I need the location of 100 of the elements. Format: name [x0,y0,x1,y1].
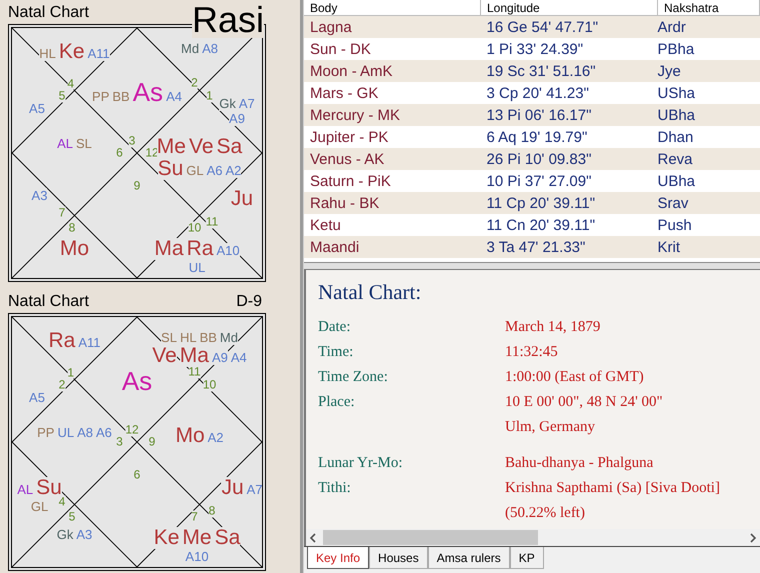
sign-number: 6 [134,468,140,481]
sign-number: 11 [206,215,218,228]
table-cell: UBha [658,170,760,192]
sign-number: 7 [191,510,198,524]
arudha-label: A10 [216,243,240,258]
field-value: 1:00:00 (East of GMT) [505,368,644,387]
field-value: Bahu-dhanya - Phalguna [505,454,654,473]
table-cell: Ardr [658,16,760,38]
lagna-point-label: BB [112,89,130,104]
sign-number: 8 [208,504,216,518]
table-cell: Venus - AK [304,148,480,170]
arudha-label: A10 [185,549,209,564]
table-cell: Ketu [304,214,480,236]
sign-number: 7 [58,206,66,220]
column-header[interactable]: Longitude [480,0,658,16]
arudha-label: A4 [166,89,182,104]
table-cell: Lagna [304,16,480,38]
sign-number: 12 [125,423,139,436]
field-label: Place: [318,393,356,412]
table-cell: Saturn - PiK [304,170,480,192]
table-cell: Mercury - MK [304,104,480,126]
arudha-label: A3 [32,188,48,203]
arudha-label: A2 [208,430,224,444]
field-value: (50.22% left) [505,504,585,523]
tab[interactable]: Houses [369,547,428,569]
info-title: Natal Chart: [318,280,422,305]
lagna-point-label: GL [186,162,204,178]
arudha-label: AL [17,482,34,497]
lagna-point-label: SL [76,136,92,150]
chart-name: D-9 [236,293,262,311]
scrollbar-thumb[interactable] [323,530,538,545]
lagna-point-label: GL [30,499,48,514]
arudha-label: A8 [202,40,218,56]
planet-label: Ma [154,238,184,260]
upagraha-label: Gk [56,527,74,542]
planet-label: Me [156,136,186,158]
tab[interactable]: Amsa rulers [428,547,510,569]
chart-title: Natal Chart [8,293,89,311]
column-header[interactable]: Nakshatra [658,0,760,16]
field-label: Lunar Yr-Mo: [318,454,404,473]
table-cell: Rahu - BK [304,192,480,214]
arudha-label: A7 [246,482,262,497]
arudha-label: A8 [77,424,93,440]
table-cell: UBha [658,104,760,126]
lagna-point-label: SL [161,330,177,344]
tab[interactable]: Key Info [307,547,370,569]
table-cell: Dhan [658,126,760,148]
arudha-label: A3 [76,527,92,542]
sign-number: 3 [128,134,136,147]
tab[interactable]: KP [510,547,544,569]
table-cell: 6 Aq 19' 19.79" [480,126,658,148]
table-cell: USha [658,82,760,104]
table-cell: Jupiter - PK [304,126,480,148]
field-label: Time Zone: [318,368,389,387]
field-label: Tithi: [318,479,352,498]
table-cell: Sun - DK [304,38,480,60]
planet-label: Ma [180,344,209,366]
sign-number: 10 [188,222,202,234]
table-cell: Reva [658,148,760,170]
sign-number: 2 [58,378,66,391]
table-cell: 1 Pi 33' 24.39" [480,38,658,60]
table-cell: 11 Cp 20' 39.11" [480,192,658,214]
horizontal-scrollbar[interactable] [306,529,760,546]
chart-title: Natal Chart [8,4,89,22]
sign-number: 6 [116,146,123,160]
sign-number: 5 [68,510,76,524]
sign-number: 1 [67,366,74,380]
field-value: Krishna Sapthami (Sa) [Siva Dooti] [505,479,720,498]
planet-label: Ke [154,527,180,549]
table-cell: 3 Cp 20' 41.23" [480,82,658,104]
upagraha-label: Md [220,330,238,344]
table-cell: 26 Pi 10' 09.83" [480,148,658,170]
scroll-right-icon[interactable] [749,532,757,542]
scroll-left-icon[interactable] [309,532,317,542]
planet-label: Sa [214,527,240,549]
sign-number: 8 [68,222,76,234]
arudha-label: UL [188,260,206,275]
sign-number: 9 [148,436,156,448]
field-label: Date: [318,318,352,337]
field-value: March 14, 1879 [505,318,600,337]
arudha-label: A9 [229,110,245,126]
sign-number: 4 [67,78,74,91]
upagraha-label: Gk [219,96,236,110]
sign-number: 3 [116,436,123,448]
table-cell: Krit [658,236,760,258]
table-cell: Srav [658,192,760,214]
table-cell: 13 Pi 06' 16.17" [480,104,658,126]
sign-number: 1 [206,89,213,102]
table-cell: 19 Sc 31' 51.16" [480,60,658,82]
sign-number: 5 [58,89,66,102]
table-cell: PBha [658,38,760,60]
arudha-label: A6 [206,162,223,178]
sign-number: 2 [191,76,198,90]
table-cell: 10 Pi 37' 27.09" [480,170,658,192]
arudha-label: A9 [212,350,228,364]
table-cell: Push [658,214,760,236]
table-cell: Moon - AmK [304,60,480,82]
table-cell: 3 Ta 47' 21.33" [480,236,658,258]
lagna-point-label: PP [92,89,110,104]
column-header[interactable]: Body [304,0,480,16]
